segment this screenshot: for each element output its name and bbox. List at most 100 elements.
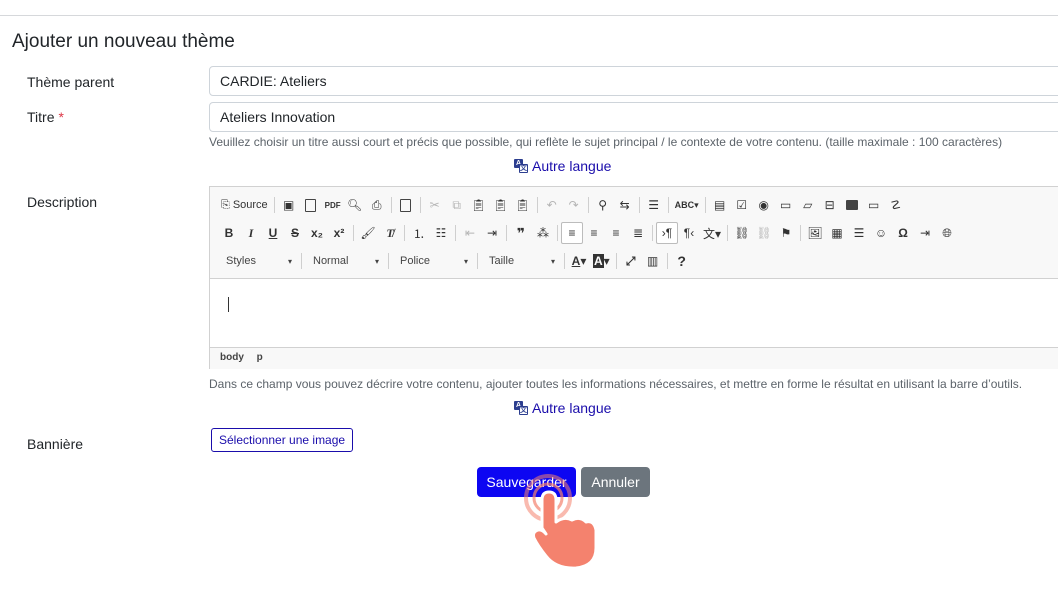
redo-icon[interactable]: ↷	[563, 194, 585, 216]
chevron-down-icon: ▾	[550, 256, 555, 266]
rtl-icon[interactable]: ¶‹	[678, 222, 700, 244]
print-icon[interactable]: ⎙	[366, 194, 388, 216]
strikethrough-icon[interactable]: S	[284, 222, 306, 244]
hidden-field-icon[interactable]: ☡	[885, 194, 907, 216]
table-icon[interactable]: ▦	[826, 222, 848, 244]
textfield-icon[interactable]: ▭	[775, 194, 797, 216]
title-label-text: Titre	[27, 109, 55, 125]
indent-icon[interactable]: ⇥	[481, 222, 503, 244]
chevron-down-icon: ▾	[287, 256, 292, 266]
ltr-icon[interactable]: ›¶	[656, 222, 678, 244]
toolbar-row-1: ⎘ Source ▣ PDF 🔍︎ ⎙ ✂ ⧉ 📋︎ 📋︎ 📋︎ ↶ ↷ ⚲ ⇆	[218, 193, 907, 217]
select-image-button[interactable]: Sélectionner une image	[211, 428, 354, 452]
paste-text-icon[interactable]: 📋︎	[490, 194, 512, 216]
maximize-icon[interactable]: ⤢	[620, 250, 642, 272]
copy-format-icon[interactable]: 🖌︎	[357, 222, 379, 244]
page-break-icon[interactable]: ⇥	[914, 222, 936, 244]
help-icon[interactable]: ?	[671, 250, 693, 272]
editor-element-path: body p	[210, 347, 1058, 369]
paste-word-icon[interactable]: 📋︎	[512, 194, 534, 216]
superscript-icon[interactable]: x²	[328, 222, 350, 244]
align-center-icon[interactable]: ≡	[583, 222, 605, 244]
parent-theme-field[interactable]: CARDIE: Ateliers	[209, 66, 1058, 96]
button-field-icon[interactable]	[841, 194, 863, 216]
remove-format-icon[interactable]: T̸	[379, 222, 401, 244]
language-icon[interactable]: 文▾	[700, 222, 724, 244]
image-button-icon[interactable]: ▭	[863, 194, 885, 216]
font-combo-label: Police	[400, 255, 430, 267]
italic-icon[interactable]: I	[240, 222, 262, 244]
font-combo[interactable]: Police ▾	[392, 250, 474, 272]
source-button[interactable]: ⎘ Source	[218, 194, 271, 216]
source-icon: ⎘	[221, 198, 230, 211]
link-icon[interactable]: ⛓	[731, 222, 753, 244]
source-label: Source	[232, 199, 268, 211]
toolbar-separator	[477, 253, 478, 269]
align-left-icon[interactable]: ≡	[561, 222, 583, 244]
background-color-icon[interactable]: A ▾	[590, 250, 613, 272]
chevron-down-icon: ▾	[374, 256, 379, 266]
chevron-down-icon: ▾	[463, 256, 468, 266]
toolbar-separator	[419, 197, 421, 213]
path-element-body[interactable]: body	[220, 352, 244, 363]
form-icon[interactable]: ▤	[709, 194, 731, 216]
anchor-flag-icon[interactable]: ⚑	[775, 222, 797, 244]
styles-combo[interactable]: Styles ▾	[218, 250, 298, 272]
title-other-language-link[interactable]: A文 Autre langue	[514, 158, 611, 174]
toolbar-row-3: Styles ▾ Normal ▾ Police ▾ Taille ▾ A ▾ A…	[218, 249, 693, 273]
cut-icon[interactable]: ✂	[424, 194, 446, 216]
format-combo[interactable]: Normal ▾	[305, 250, 385, 272]
checkbox-icon[interactable]: ☑	[731, 194, 753, 216]
size-combo[interactable]: Taille ▾	[481, 250, 561, 272]
radio-icon[interactable]: ◉	[753, 194, 775, 216]
save-button[interactable]: Sauvegarder	[477, 467, 576, 497]
export-pdf-icon[interactable]: PDF	[322, 194, 344, 216]
outdent-icon[interactable]: ⇤	[459, 222, 481, 244]
text-color-icon[interactable]: A ▾	[568, 250, 590, 272]
paste-icon[interactable]: 📋︎	[468, 194, 490, 216]
special-char-icon[interactable]: Ω	[892, 222, 914, 244]
templates-icon[interactable]	[395, 194, 417, 216]
new-page-icon[interactable]	[300, 194, 322, 216]
horizontal-rule-icon[interactable]: ☰	[848, 222, 870, 244]
find-icon[interactable]: ⚲	[592, 194, 614, 216]
title-input[interactable]: Ateliers Innovation	[209, 102, 1058, 132]
textarea-icon[interactable]: ▱	[797, 194, 819, 216]
toolbar-separator	[666, 253, 668, 269]
description-other-language-link[interactable]: A文 Autre langue	[514, 400, 611, 416]
toolbar-separator	[800, 225, 802, 241]
bulleted-list-icon[interactable]: ☷	[430, 222, 452, 244]
toolbar-separator	[615, 253, 617, 269]
justify-icon[interactable]: ≣	[627, 222, 649, 244]
show-blocks-icon[interactable]: ▥	[642, 250, 664, 272]
iframe-globe-icon[interactable]: 🌐︎	[936, 222, 958, 244]
numbered-list-icon[interactable]: ⒈	[408, 222, 430, 244]
editor-content-area[interactable]	[210, 279, 1058, 347]
underline-icon[interactable]: U	[262, 222, 284, 244]
format-combo-label: Normal	[313, 255, 349, 267]
top-divider	[0, 15, 1058, 16]
toolbar-separator	[301, 253, 302, 269]
subscript-icon[interactable]: x₂	[306, 222, 328, 244]
preview-icon[interactable]: 🔍︎	[344, 194, 366, 216]
replace-icon[interactable]: ⇆	[614, 194, 636, 216]
align-right-icon[interactable]: ≡	[605, 222, 627, 244]
blockquote-icon[interactable]: ❞	[510, 222, 532, 244]
path-element-p[interactable]: p	[257, 352, 263, 363]
save-icon[interactable]: ▣	[278, 194, 300, 216]
toolbar-separator	[536, 197, 538, 213]
image-icon[interactable]: 🖼︎	[804, 222, 826, 244]
select-field-icon[interactable]: ⊟	[819, 194, 841, 216]
unlink-icon[interactable]: ⛓	[753, 222, 775, 244]
spellcheck-icon[interactable]: ABC▾	[672, 194, 702, 216]
copy-icon[interactable]: ⧉	[446, 194, 468, 216]
bold-icon[interactable]: B	[218, 222, 240, 244]
rich-text-editor: ⎘ Source ▣ PDF 🔍︎ ⎙ ✂ ⧉ 📋︎ 📋︎ 📋︎ ↶ ↷ ⚲ ⇆	[209, 186, 1058, 369]
cancel-button[interactable]: Annuler	[581, 467, 650, 497]
select-all-icon[interactable]: ☰	[643, 194, 665, 216]
smiley-icon[interactable]: ☺	[870, 222, 892, 244]
description-other-language-label: Autre langue	[532, 400, 612, 416]
div-container-icon[interactable]: ⁂	[532, 222, 554, 244]
banner-label: Bannière	[27, 436, 84, 452]
undo-icon[interactable]: ↶	[541, 194, 563, 216]
